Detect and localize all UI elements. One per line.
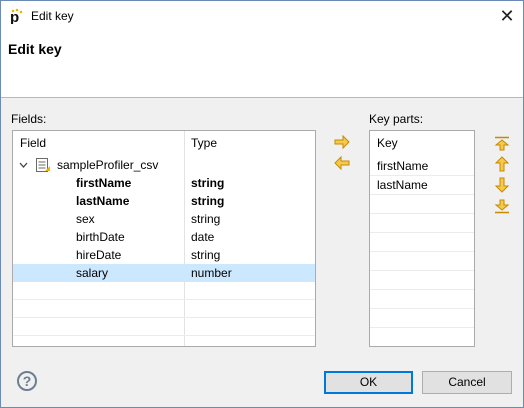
cancel-button[interactable]: Cancel [422,371,512,394]
fields-label: Fields: [11,112,47,126]
field-type: number [191,266,232,280]
arrow-right-icon[interactable] [333,133,351,151]
row-divider [13,299,315,300]
move-top-icon[interactable] [493,135,511,153]
table-row[interactable]: sex string [13,210,315,228]
row-divider [370,289,474,290]
help-icon: ? [22,373,32,389]
table-icon [36,158,50,172]
column-header-key[interactable]: Key [377,131,398,155]
dialog-header: Edit key [1,32,523,98]
field-type: string [191,176,225,190]
field-name: firstName [76,176,132,190]
move-up-icon[interactable] [493,155,511,173]
dialog-heading: Edit key [8,41,62,57]
chevron-down-icon[interactable] [19,161,28,169]
row-divider [370,270,474,271]
row-divider [370,213,474,214]
field-name: hireDate [76,248,122,262]
table-row-selected[interactable]: salary number [13,264,315,282]
table-row[interactable]: hireDate string [13,246,315,264]
close-button[interactable]: ✕ [493,5,521,29]
row-divider [13,335,315,336]
field-name: lastName [76,194,130,208]
table-row[interactable]: firstName string [13,174,315,192]
row-divider [370,308,474,309]
key-parts-table[interactable]: Key firstName lastName [369,130,475,347]
row-divider [370,232,474,233]
svg-text:p: p [10,9,19,24]
key-part-name: firstName [377,159,429,173]
tree-parent-label: sampleProfiler_csv [57,158,159,172]
move-down-icon[interactable] [493,176,511,194]
move-bottom-icon[interactable] [493,197,511,215]
row-divider [370,327,474,328]
window-title: Edit key [31,9,74,23]
app-logo-icon: p [10,8,23,24]
row-divider [13,317,315,318]
key-parts-label: Key parts: [369,112,424,126]
edit-key-dialog: p Edit key ✕ Edit key Fields: Field Type… [0,0,524,408]
help-button[interactable]: ? [17,371,37,391]
list-item[interactable]: firstName [370,157,474,175]
list-item[interactable]: lastName [370,176,474,194]
field-type: string [191,212,221,226]
table-row[interactable]: lastName string [13,192,315,210]
field-name: sex [76,212,95,226]
field-name: birthDate [76,230,125,244]
title-bar: p Edit key ✕ [1,1,523,32]
key-part-name: lastName [377,178,428,192]
field-type: string [191,194,225,208]
ok-button[interactable]: OK [324,371,413,394]
arrow-left-icon[interactable] [333,154,351,172]
field-name: salary [76,266,109,280]
table-row[interactable]: birthDate date [13,228,315,246]
table-header: Key [370,131,474,155]
row-divider [370,194,474,195]
column-header-field[interactable]: Field [20,131,46,155]
close-icon: ✕ [499,6,515,26]
column-header-type[interactable]: Type [191,131,217,155]
field-type: date [191,230,215,244]
tree-parent-row[interactable]: sampleProfiler_csv [13,156,315,174]
table-header: Field Type [13,131,315,155]
row-divider [370,175,474,176]
row-divider [370,251,474,252]
fields-table[interactable]: Field Type sampleProfiler_csv firstName … [12,130,316,347]
field-type: string [191,248,221,262]
